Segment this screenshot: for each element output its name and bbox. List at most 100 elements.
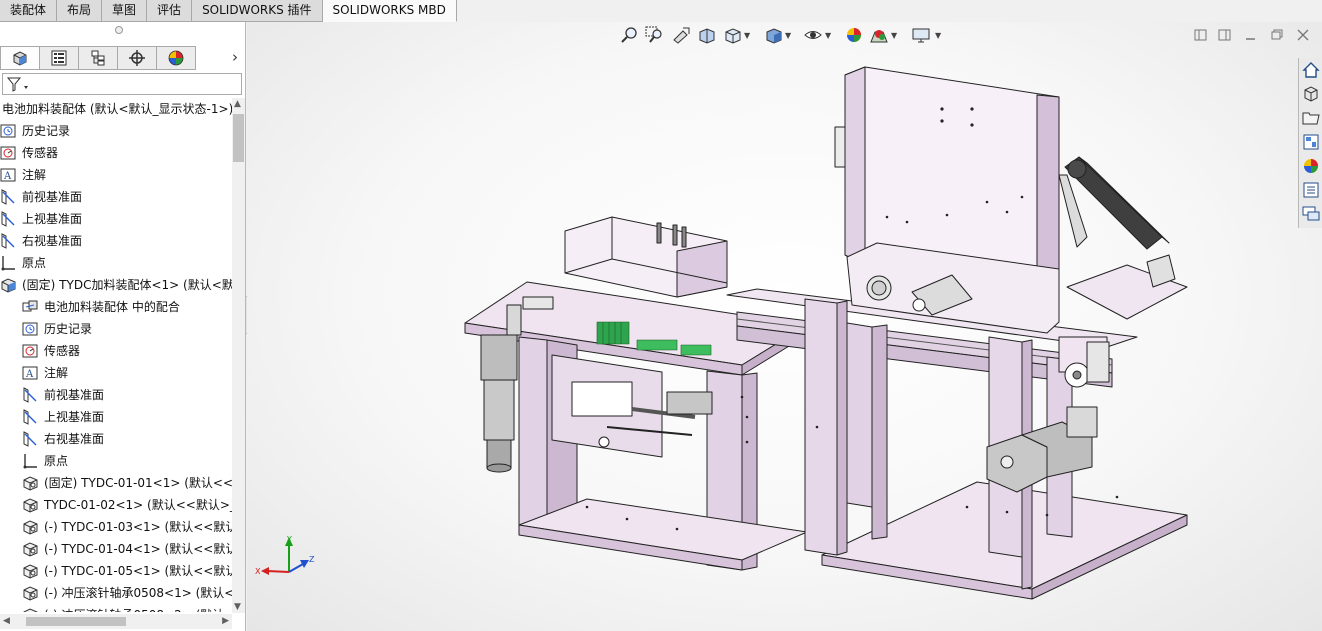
scroll-up-icon[interactable]: ▲	[234, 99, 241, 109]
tree-horizontal-scrollbar[interactable]: ◀ ▶	[0, 614, 232, 629]
tree-item[interactable]: ▶TYDC-01-02<1> (默认<<默认>_显	[0, 494, 232, 516]
scroll-left-icon[interactable]: ◀	[3, 616, 10, 626]
tree-item-label: (-) TYDC-01-03<1> (默认<<默认	[44, 520, 232, 534]
tab-evaluate[interactable]: 评估	[147, 0, 193, 22]
home-icon[interactable]	[1301, 60, 1321, 80]
tree-item[interactable]: 原点	[0, 450, 232, 472]
property-manager-icon	[51, 50, 67, 66]
tree-item-label: 原点	[44, 454, 69, 468]
tree-item[interactable]: A 注解	[0, 164, 232, 186]
appearances-icon[interactable]	[1301, 156, 1321, 176]
tree-vertical-scrollbar[interactable]: ▲ ▼	[232, 98, 245, 613]
custom-properties-icon[interactable]	[1301, 180, 1321, 200]
part-icon	[22, 475, 39, 491]
tree-item[interactable]: ▶(-) TYDC-01-03<1> (默认<<默认	[0, 516, 232, 538]
tree-item[interactable]: ▶(固定) TYDC-01-01<1> (默认<<默	[0, 472, 232, 494]
restore-right-icon[interactable]	[1217, 28, 1233, 42]
feature-tree: 电池加料装配体 (默认<默认_显示状态-1>) 历史记录 传感器 A 注解 前视基准面上…	[0, 98, 232, 612]
tree-item-label: (固定) TYDC-01-01<1> (默认<<默	[44, 476, 232, 490]
tree-item[interactable]: ▶(-) TYDC-01-04<1> (默认<<默认	[0, 538, 232, 560]
tree-item[interactable]: 原点	[0, 252, 232, 274]
left-front-frame[interactable]	[518, 336, 548, 531]
tab-dimxpert-manager[interactable]	[117, 46, 157, 70]
part-icon	[22, 585, 39, 601]
assembly-model[interactable]	[447, 37, 1207, 607]
close-icon[interactable]	[1295, 28, 1311, 42]
sensor-icon	[22, 343, 39, 359]
filter-icon[interactable]	[6, 76, 32, 93]
tab-feature-manager[interactable]	[0, 46, 40, 70]
tree-item-label: TYDC-01-02<1> (默认<<默认>_显	[44, 498, 232, 512]
tree-item[interactable]: 前视基准面	[0, 384, 232, 406]
manager-tabs	[0, 46, 196, 70]
tree-item-label: 右视基准面	[22, 234, 83, 248]
tree-item-label: 右视基准面	[44, 432, 105, 446]
tab-solidworks-mbd[interactable]: SOLIDWORKS MBD	[322, 0, 457, 22]
configuration-manager-icon	[91, 50, 105, 66]
forum-icon[interactable]	[1301, 204, 1321, 224]
tree-item-label: (-) TYDC-01-04<1> (默认<<默认	[44, 542, 232, 556]
tree-item[interactable]: 前视基准面	[0, 186, 232, 208]
annotation-icon: A	[22, 365, 39, 381]
graphics-viewport[interactable]: ▼ ▼ ▼ ▼ ▼ Y X Z	[247, 22, 1322, 631]
tree-item[interactable]: 右视基准面	[0, 230, 232, 252]
tree-item[interactable]: 电池加料装配体 中的配合	[0, 296, 232, 318]
part-icon	[22, 607, 39, 612]
scroll-right-icon[interactable]: ▶	[222, 616, 229, 626]
tree-item[interactable]: ▶(-) TYDC-01-05<1> (默认<<默认	[0, 560, 232, 582]
coordinate-triad: Y X Z	[255, 535, 315, 576]
right-left-frame[interactable]	[804, 298, 838, 556]
sensor-icon	[0, 145, 17, 161]
display-manager-icon	[168, 50, 184, 66]
tree-item-label: 历史记录	[22, 124, 71, 138]
tree-item[interactable]: 传感器	[0, 340, 232, 362]
belt-pulley[interactable]	[1086, 341, 1110, 383]
design-library-icon[interactable]	[1301, 84, 1321, 104]
plane-icon	[0, 189, 17, 205]
plane-icon	[22, 387, 39, 403]
tab-solidworks-addins[interactable]: SOLIDWORKS 插件	[192, 0, 323, 22]
tree-item-label: 前视基准面	[44, 388, 105, 402]
maximize-icon[interactable]	[1269, 28, 1285, 42]
feature-manager-panel: › 电池加料装配体 (默认<默认_显示状态-1>) 历史记录 传感器 A 注解 前视基准…	[0, 22, 246, 631]
plane-icon	[22, 431, 39, 447]
part-icon	[22, 519, 39, 535]
left-motor[interactable]	[480, 334, 518, 381]
history-icon	[22, 321, 39, 337]
part-icon	[22, 497, 39, 513]
scroll-down-icon[interactable]: ▼	[234, 602, 241, 612]
svg-text:A: A	[25, 369, 34, 380]
tree-item[interactable]: 上视基准面	[0, 406, 232, 428]
origin-icon	[0, 255, 17, 271]
tree-item[interactable]: ▶(固定) TYDC加料装配体<1> (默认<默认	[0, 274, 232, 296]
tree-item[interactable]: 右视基准面	[0, 428, 232, 450]
tree-item-label: 注解	[22, 168, 47, 182]
chevron-right-icon[interactable]: ›	[228, 47, 242, 67]
panel-grip-icon[interactable]	[115, 26, 123, 34]
part-icon	[22, 563, 39, 579]
file-explorer-icon[interactable]	[1301, 108, 1321, 128]
tree-item[interactable]: ▶A注解	[0, 362, 232, 384]
tab-layout[interactable]: 布局	[57, 0, 103, 22]
tree-item[interactable]: 历史记录	[0, 120, 232, 142]
tab-display-manager[interactable]	[156, 46, 196, 70]
tab-property-manager[interactable]	[39, 46, 79, 70]
triad-x-label: X	[255, 567, 261, 576]
command-tabs: 装配体 布局 草图 评估 SOLIDWORKS 插件 SOLIDWORKS MB…	[0, 0, 457, 22]
tree-item[interactable]: ▶(-) 冲压滚针轴承0508<1> (默认<	[0, 582, 232, 604]
tree-root-item[interactable]: 电池加料装配体 (默认<默认_显示状态-1>)	[0, 98, 232, 120]
tree-item[interactable]: 上视基准面	[0, 208, 232, 230]
tree-filter-input[interactable]	[2, 73, 242, 95]
part-icon	[22, 541, 39, 557]
minimize-icon[interactable]	[1243, 28, 1259, 42]
tree-item[interactable]: ▶(-) 冲压滚针轴承0508<2> (默认	[0, 604, 232, 612]
scrollbar-thumb[interactable]	[233, 114, 244, 162]
tab-sketch[interactable]: 草图	[102, 0, 148, 22]
scrollbar-thumb[interactable]	[26, 617, 126, 626]
tab-assembly[interactable]: 装配体	[0, 0, 58, 22]
tree-item[interactable]: 传感器	[0, 142, 232, 164]
tree-item-label: 传感器	[44, 344, 81, 358]
tree-item[interactable]: 历史记录	[0, 318, 232, 340]
tab-configuration-manager[interactable]	[78, 46, 118, 70]
view-palette-icon[interactable]	[1301, 132, 1321, 152]
